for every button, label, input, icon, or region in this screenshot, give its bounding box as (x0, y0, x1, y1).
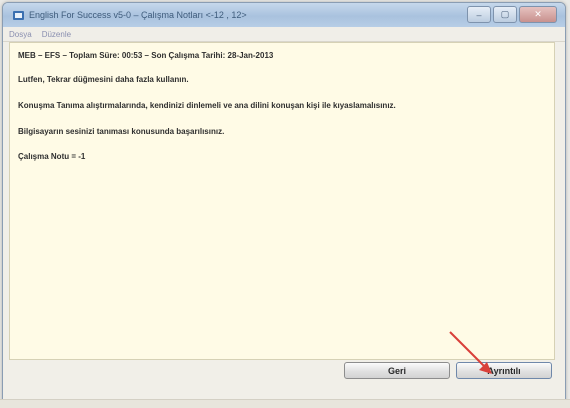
report-speech-line: Konuşma Tanıma alıştırmalarında, kendini… (18, 101, 396, 110)
window-bottom-edge (0, 399, 570, 408)
red-arrow-annotation-icon (449, 331, 492, 374)
menu-item-file[interactable]: Dosya (9, 30, 32, 39)
app-icon (11, 8, 25, 22)
maximize-button[interactable]: ▢ (493, 6, 517, 23)
report-score-line: Çalışma Notu = -1 (18, 152, 86, 161)
title-bar[interactable]: English For Success v5-0 – Çalışma Notla… (3, 3, 565, 27)
close-button[interactable]: ✕ (519, 6, 557, 23)
report-panel: MEB – EFS – Toplam Süre: 00:53 – Son Çal… (9, 42, 555, 360)
report-recognition-line: Bilgisayarın sesinizi tanıması konusunda… (18, 127, 225, 136)
menu-item-edit[interactable]: Düzenle (42, 30, 71, 39)
report-advice-line: Lutfen, Tekrar düğmesini daha fazla kull… (18, 75, 189, 84)
report-summary-line: MEB – EFS – Toplam Süre: 00:53 – Son Çal… (18, 51, 274, 60)
window-controls: – ▢ ✕ (467, 6, 557, 23)
menu-bar: Dosya Düzenle (3, 27, 565, 42)
window-title: English For Success v5-0 – Çalışma Notla… (29, 10, 247, 20)
back-button[interactable]: Geri (344, 362, 450, 379)
minimize-button[interactable]: – (467, 6, 491, 23)
